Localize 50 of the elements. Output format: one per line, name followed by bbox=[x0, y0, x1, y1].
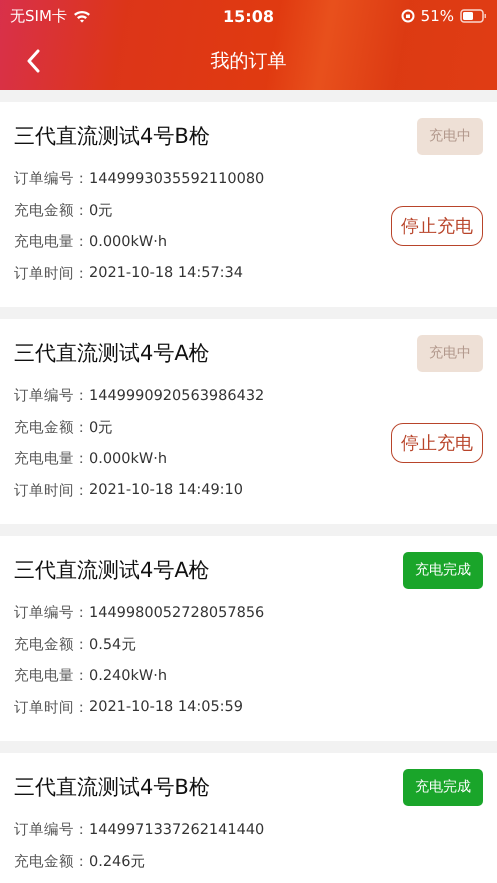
field-label: 订单编号： bbox=[14, 604, 89, 622]
status-badge: 充电完成 bbox=[403, 552, 483, 588]
station-name: 三代直流测试4号B枪 bbox=[14, 123, 210, 150]
carrier-text: 无SIM卡 bbox=[10, 6, 67, 26]
field-label: 订单编号： bbox=[14, 387, 89, 406]
clock-text: 15:08 bbox=[223, 6, 274, 26]
status-badge: 充电中 bbox=[417, 118, 483, 154]
field-label: 充电金额： bbox=[14, 636, 89, 654]
field-label: 订单时间： bbox=[14, 264, 89, 283]
field-value: 0.000kW·h bbox=[89, 234, 168, 250]
field-label: 充电金额： bbox=[14, 202, 89, 220]
back-icon[interactable] bbox=[26, 49, 40, 73]
order-card[interactable]: 三代直流测试4号B枪 充电完成 订单编号：1449971337262141440 充电金额：0.246元 bbox=[0, 753, 497, 883]
status-badge: 充电中 bbox=[417, 334, 483, 372]
field-label: 充电电量： bbox=[14, 666, 89, 686]
field-label: 订单时间： bbox=[14, 698, 89, 717]
station-name: 三代直流测试4号B枪 bbox=[14, 774, 210, 801]
order-card[interactable]: 三代直流测试4号A枪 充电中 订单编号：1449990920563986432 充电金额：0元 充电电量：0.000kW·h 订单时间：2021-10-18 14:49:10 停止充电 bbox=[0, 319, 497, 524]
field-value: 0.246元 bbox=[89, 852, 146, 871]
order-card[interactable]: 三代直流测试4号A枪 充电完成 订单编号：1449980052728057856 充电金额：0.54元 充电电量：0.240kW·h 订单时间：2021-10-18 14:05:59 bbox=[0, 536, 497, 741]
field-label: 订单时间： bbox=[14, 482, 89, 500]
rotation-lock-icon bbox=[400, 9, 415, 23]
field-label: 订单编号： bbox=[14, 821, 89, 840]
field-label: 充电金额： bbox=[14, 852, 89, 871]
field-value: 1449993035592110080 bbox=[89, 170, 264, 187]
order-card[interactable]: 三代直流测试4号B枪 充电中 订单编号：1449993035592110080 充电金额：0元 充电电量：0.000kW·h 订单时间：2021-10-18 14:57:34 停止充电 bbox=[0, 102, 497, 307]
field-value: 0.000kW·h bbox=[89, 450, 168, 467]
station-name: 三代直流测试4号A枪 bbox=[14, 557, 210, 584]
field-label: 充电电量： bbox=[14, 450, 89, 468]
page-title: 我的订单 bbox=[210, 49, 286, 74]
stop-charging-button[interactable]: 停止充电 bbox=[391, 423, 483, 463]
field-value: 2021-10-18 14:57:34 bbox=[89, 265, 243, 282]
field-label: 充电金额： bbox=[14, 418, 89, 437]
field-value: 1449971337262141440 bbox=[89, 822, 264, 838]
field-value: 1449980052728057856 bbox=[89, 604, 264, 621]
field-value: 0元 bbox=[89, 202, 114, 220]
field-value: 0.54元 bbox=[89, 636, 136, 654]
wifi-icon bbox=[72, 9, 91, 23]
battery-text: 51% bbox=[420, 7, 454, 25]
field-value: 0.240kW·h bbox=[89, 668, 168, 684]
field-value: 0元 bbox=[89, 418, 114, 437]
field-value: 2021-10-18 14:05:59 bbox=[89, 699, 243, 716]
battery-icon bbox=[460, 9, 487, 23]
station-name: 三代直流测试4号A枪 bbox=[14, 340, 210, 367]
field-label: 订单编号： bbox=[14, 170, 89, 188]
status-badge: 充电完成 bbox=[403, 768, 483, 806]
stop-charging-button[interactable]: 停止充电 bbox=[391, 206, 483, 246]
field-value: 1449990920563986432 bbox=[89, 388, 264, 404]
field-value: 2021-10-18 14:49:10 bbox=[89, 482, 243, 498]
field-label: 充电电量： bbox=[14, 232, 89, 252]
